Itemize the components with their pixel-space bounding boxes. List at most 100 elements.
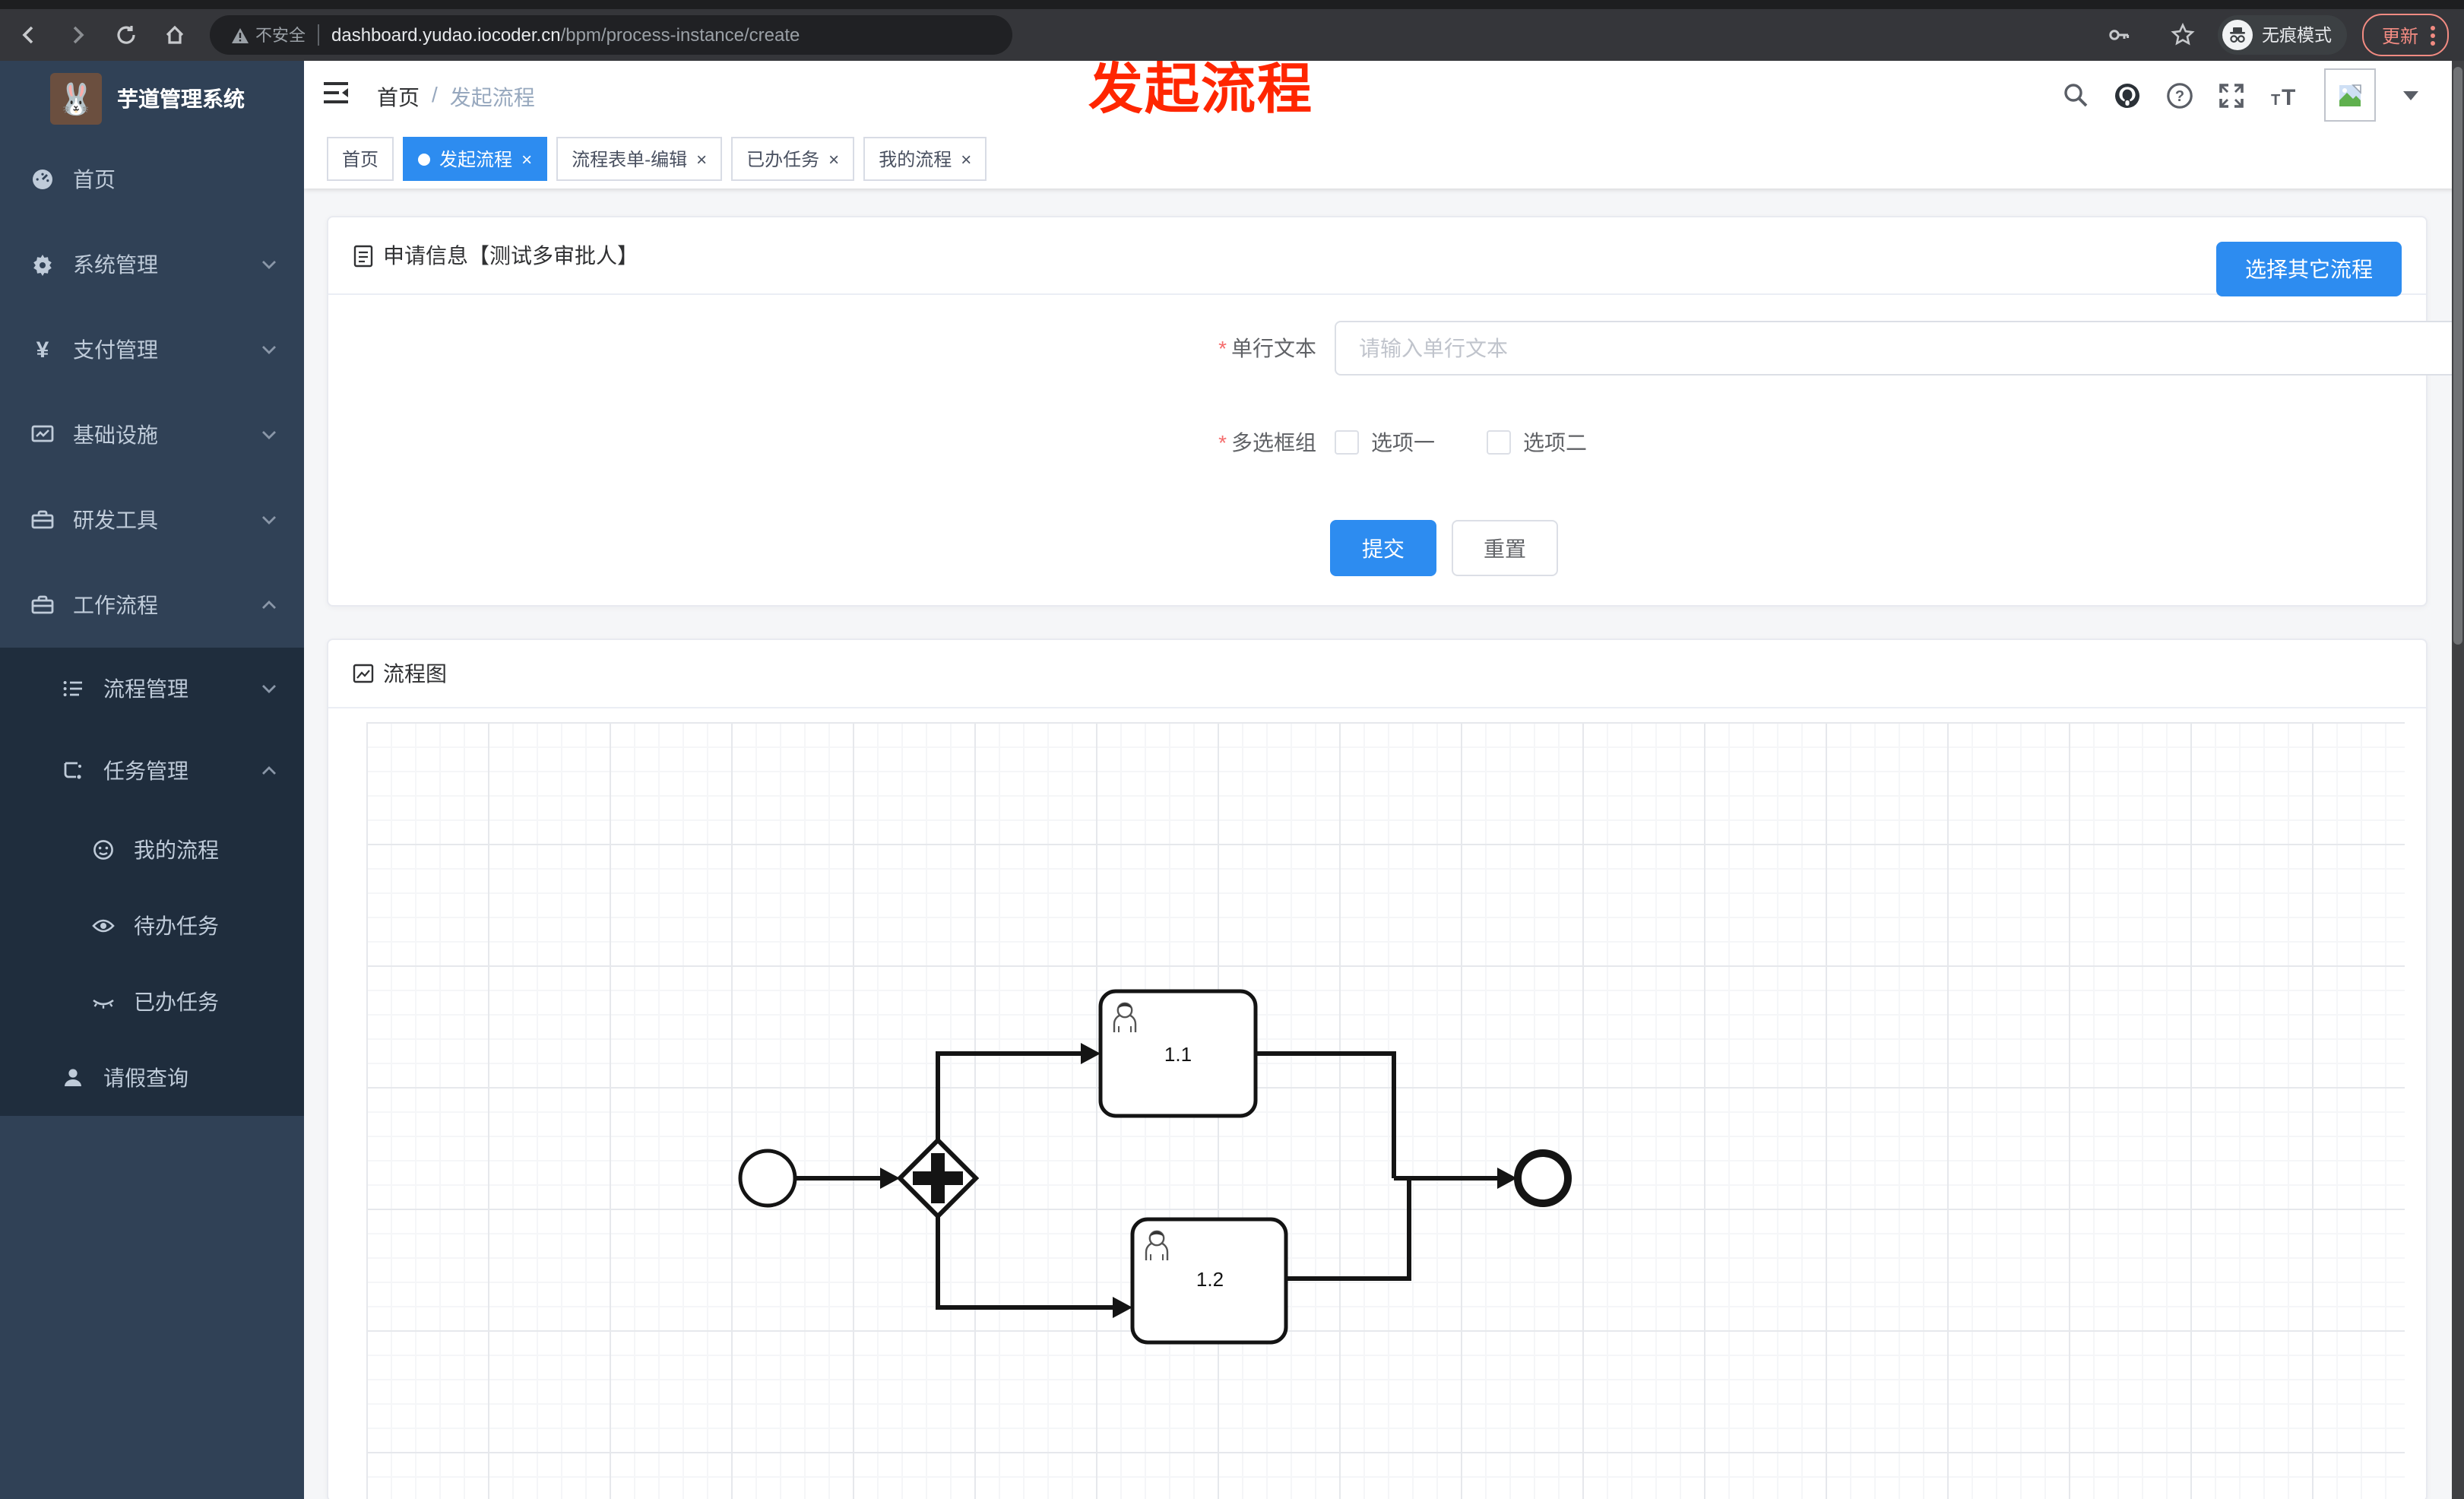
sidebar: 🐰 芋道管理系统 首页 系统管理 ¥ 支付管理 基础设施 研发工具 工作流程 流…: [0, 61, 304, 1499]
warning-icon: [232, 27, 249, 43]
sidebar-item-label: 请假查询: [103, 1066, 188, 1090]
document-icon: [353, 244, 373, 267]
bpmn-end-event[interactable]: [1514, 1149, 1572, 1207]
tab-my-process[interactable]: 我的流程 ×: [863, 137, 987, 181]
scrollbar-thumb[interactable]: [2453, 67, 2462, 645]
sidebar-item-home[interactable]: 首页: [0, 137, 304, 222]
checkbox-option-2[interactable]: [1487, 430, 1511, 455]
bpmn-parallel-gateway[interactable]: [896, 1136, 980, 1220]
required-mark: *: [1218, 430, 1227, 455]
user-icon: [61, 1066, 85, 1090]
font-size-icon[interactable]: TT: [2269, 83, 2300, 107]
broken-image-icon: [2339, 84, 2361, 106]
fullscreen-icon[interactable]: [2218, 81, 2245, 109]
sidebar-item-devtools[interactable]: 研发工具: [0, 477, 304, 563]
sidebar-item-process-mgmt[interactable]: 流程管理: [0, 648, 304, 730]
reload-icon[interactable]: [106, 15, 146, 55]
forward-icon[interactable]: [58, 15, 97, 55]
sidebar-item-label: 系统管理: [73, 252, 158, 277]
page-scrollbar[interactable]: [2452, 61, 2464, 1499]
select-other-process-button[interactable]: 选择其它流程: [2216, 242, 2402, 296]
chevron-up-icon: [261, 766, 277, 775]
image-icon: [353, 664, 374, 683]
sidebar-item-infrastructure[interactable]: 基础设施: [0, 392, 304, 477]
bpmn-user-task-1-1[interactable]: 1.1: [1098, 989, 1258, 1118]
reset-button[interactable]: 重置: [1452, 520, 1558, 576]
github-icon[interactable]: [2113, 81, 2142, 109]
text-field-row: * 单行文本: [1134, 321, 2464, 376]
bpmn-start-event[interactable]: [738, 1149, 797, 1208]
breadcrumb-home[interactable]: 首页: [377, 82, 420, 113]
url-bar[interactable]: 不安全 dashboard.yudao.iocoder.cn/bpm/proce…: [210, 15, 1012, 55]
avatar-dropdown-caret-icon[interactable]: [2403, 90, 2418, 100]
chevron-down-icon: [261, 345, 277, 354]
toolbox-icon: [30, 593, 55, 617]
process-diagram-card-header: 流程图: [328, 640, 2426, 708]
tags-view-bar: 首页 发起流程 × 流程表单-编辑 × 已办任务 × 我的流程 ×: [304, 129, 2464, 189]
single-line-text-input[interactable]: [1335, 321, 2464, 376]
sidebar-item-payment[interactable]: ¥ 支付管理: [0, 307, 304, 392]
bpmn-canvas[interactable]: 1.1 1.2: [366, 722, 2405, 1499]
sidebar-item-workflow[interactable]: 工作流程: [0, 563, 304, 648]
security-label[interactable]: 不安全: [255, 23, 306, 47]
dashboard-icon: [30, 167, 55, 192]
update-label[interactable]: 更新: [2382, 22, 2418, 48]
key-icon[interactable]: [2099, 15, 2139, 55]
close-tab-icon[interactable]: ×: [521, 148, 532, 170]
sidebar-item-system[interactable]: 系统管理: [0, 222, 304, 307]
browser-menu-icon[interactable]: [2431, 25, 2435, 45]
tab-home[interactable]: 首页: [327, 137, 394, 181]
update-button[interactable]: 更新: [2361, 14, 2449, 56]
apply-info-card-header: 申请信息【测试多审批人】: [328, 217, 2426, 295]
url-divider: [318, 24, 319, 46]
sidebar-item-done-tasks[interactable]: 已办任务: [0, 964, 304, 1040]
submit-button[interactable]: 提交: [1330, 520, 1436, 576]
chevron-down-icon: [261, 430, 277, 439]
tab-done-tasks[interactable]: 已办任务 ×: [731, 137, 855, 181]
sidebar-item-todo-tasks[interactable]: 待办任务: [0, 888, 304, 964]
browser-tab-strip: [0, 0, 2464, 9]
user-task-icon: [1145, 1230, 1169, 1260]
apply-info-card: 申请信息【测试多审批人】 选择其它流程 *单行文本 *多选框组 选项一 选项二 …: [327, 216, 2464, 607]
checkbox-group-label: * 多选框组: [1218, 430, 1316, 455]
tab-process-form-edit[interactable]: 流程表单-编辑 ×: [556, 137, 723, 181]
bookmark-star-icon[interactable]: [2163, 15, 2203, 55]
bpmn-user-task-1-2[interactable]: 1.2: [1130, 1217, 1288, 1345]
chevron-down-icon: [261, 684, 277, 693]
sidebar-item-label: 研发工具: [73, 508, 158, 532]
bpmn-diagram: 1.1 1.2: [738, 989, 1572, 1345]
checkbox-option-1[interactable]: [1335, 430, 1359, 455]
url-path[interactable]: /bpm/process-instance/create: [561, 24, 800, 46]
sidebar-toggle-icon[interactable]: [322, 81, 350, 113]
sidebar-item-leave-query[interactable]: 请假查询: [0, 1040, 304, 1116]
active-dot-icon: [418, 153, 431, 165]
task-label: 1.2: [1196, 1268, 1224, 1291]
tab-start-process[interactable]: 发起流程 ×: [403, 137, 548, 181]
help-icon[interactable]: ?: [2166, 81, 2193, 109]
sidebar-item-label: 任务管理: [103, 759, 188, 783]
list-icon: [61, 677, 85, 701]
url-domain[interactable]: dashboard.yudao.iocoder.cn: [331, 24, 561, 46]
monitor-chart-icon: [30, 423, 55, 447]
close-tab-icon[interactable]: ×: [828, 148, 839, 170]
checkbox-option-2-label[interactable]: 选项二: [1523, 427, 1587, 458]
chevron-down-icon: [261, 515, 277, 524]
app-logo-row[interactable]: 🐰 芋道管理系统: [0, 61, 304, 137]
apply-info-title: 申请信息【测试多审批人】: [383, 243, 638, 268]
toolbox-icon: [30, 508, 55, 532]
svg-text:T: T: [2271, 91, 2280, 107]
close-tab-icon[interactable]: ×: [696, 148, 707, 170]
user-task-icon: [1113, 1002, 1137, 1032]
workflow-submenu: 流程管理 任务管理 我的流程 待办任务 已办任务 请假查询: [0, 648, 304, 1116]
form-actions-row: 提交 重置: [1330, 520, 1558, 576]
eye-icon: [91, 914, 116, 938]
back-icon[interactable]: [9, 15, 49, 55]
home-icon[interactable]: [155, 15, 195, 55]
sidebar-item-label: 支付管理: [73, 338, 158, 362]
search-icon[interactable]: [2063, 82, 2089, 108]
close-tab-icon[interactable]: ×: [961, 148, 971, 170]
sidebar-item-my-process[interactable]: 我的流程: [0, 812, 304, 888]
avatar[interactable]: [2324, 68, 2376, 122]
checkbox-option-1-label[interactable]: 选项一: [1371, 427, 1435, 458]
sidebar-item-task-mgmt[interactable]: 任务管理: [0, 730, 304, 812]
